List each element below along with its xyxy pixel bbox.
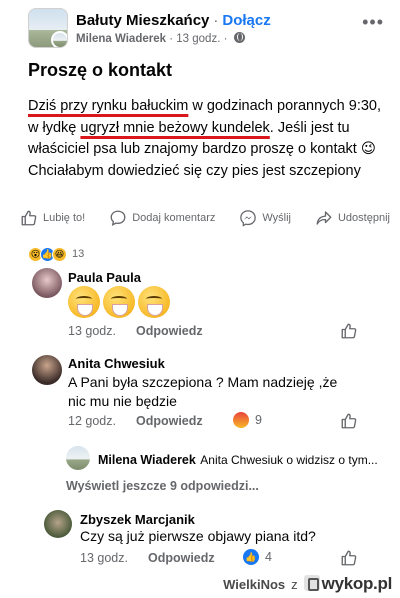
thumbs-up-icon[interactable]: [340, 322, 358, 340]
comment-reactions[interactable]: 👍 4: [243, 549, 272, 565]
join-button[interactable]: Dołącz: [222, 12, 270, 29]
comment-time[interactable]: 13 godz.: [80, 551, 128, 565]
post-header: Bałuty Mieszkańcy · Dołącz Milena Wiaderek…: [28, 8, 388, 50]
comment-time[interactable]: 12 godz.: [68, 414, 116, 428]
separator-dot: ·: [169, 33, 174, 45]
reaction-count: 13: [72, 248, 85, 260]
watermark: WielkiNos z wykop.pl: [223, 574, 392, 594]
comment-time[interactable]: 13 godz.: [68, 324, 116, 338]
avatar[interactable]: [66, 446, 90, 470]
watermark-site: wykop.pl: [321, 574, 393, 593]
group-name-line: Bałuty Mieszkańcy · Dołącz: [76, 12, 271, 29]
comment-reactions[interactable]: 9: [233, 412, 262, 428]
reply-button[interactable]: Odpowiedz: [136, 324, 203, 338]
avatar[interactable]: [32, 268, 62, 298]
haha-reaction-icon: 😆: [52, 246, 67, 262]
hand-over-mouth-emoji-icon: [138, 286, 170, 318]
reply-button[interactable]: Odpowiedz: [136, 414, 203, 428]
watermark-user: WielkiNos: [223, 576, 286, 592]
post-author[interactable]: Milena Wiaderek: [76, 33, 166, 45]
group-name[interactable]: Bałuty Mieszkańcy: [76, 12, 209, 29]
comment-meta: 13 godz. Odpowiedz: [68, 324, 203, 338]
share-button[interactable]: Udostępnij: [315, 206, 390, 230]
separator-dot: ·: [213, 12, 219, 29]
post-title: Proszę o kontakt: [28, 60, 173, 80]
comment-emojis: [68, 286, 173, 323]
avatar[interactable]: [44, 510, 72, 538]
thumbs-up-icon[interactable]: [340, 412, 358, 430]
comment-text-line: nic mu nie będzie: [68, 393, 177, 409]
separator-dot: ·: [223, 33, 228, 45]
group-avatar[interactable]: [28, 8, 68, 48]
comment-icon: [110, 210, 126, 226]
comment-author[interactable]: Anita Chwesiuk: [68, 356, 165, 371]
share-label: Udostępnij: [337, 212, 390, 224]
like-button[interactable]: Lubię to!: [20, 206, 85, 230]
action-bar: Lubię to! Dodaj komentarz Wyślij Udostęp…: [20, 206, 390, 230]
author-avatar[interactable]: [51, 31, 67, 47]
comment-author[interactable]: Zbyszek Marcjanik: [80, 512, 195, 527]
reaction-count: 4: [265, 550, 272, 564]
send-label: Wyślij: [262, 212, 291, 224]
messenger-icon: [240, 210, 257, 227]
comment-text: Czy są już pierwsze objawy piana itd?: [80, 528, 316, 544]
reply-preview-text: Anita Chwesiuk o widzisz o tym...: [200, 453, 378, 467]
highlighted-text: ugryzł mnie beżowy kundelek: [80, 119, 270, 136]
comment-text: A Pani była szczepiona ? Mam nadzieję ,ż…: [68, 373, 337, 411]
send-button[interactable]: Wyślij: [239, 206, 291, 230]
comment-meta: 13 godz. Odpowiedz: [80, 551, 215, 565]
hand-over-mouth-emoji-icon: [68, 286, 100, 318]
reactions-summary[interactable]: 😮 👍 😆 13: [28, 246, 84, 262]
angry-emoji-icon: [233, 412, 249, 428]
more-options-icon[interactable]: •••: [362, 12, 384, 33]
like-label: Lubię to!: [43, 212, 86, 224]
comment-label: Dodaj komentarz: [132, 212, 216, 224]
avatar[interactable]: [32, 355, 62, 385]
wykop-icon: [303, 575, 320, 591]
share-icon: [316, 211, 332, 225]
thumbs-up-icon: [21, 210, 37, 226]
comment-author[interactable]: Paula Paula: [68, 270, 141, 285]
view-more-replies-link[interactable]: Wyświetl jeszcze 9 odpowiedzi...: [66, 479, 259, 493]
comment-button[interactable]: Dodaj komentarz: [109, 206, 215, 230]
comment-meta: 12 godz. Odpowiedz: [68, 414, 203, 428]
globe-icon: [233, 32, 245, 43]
reaction-count: 9: [255, 413, 262, 427]
wykop-logo: wykop.pl: [303, 574, 393, 594]
post-text: Dziś przy rynku bałuckim w godzinach por…: [28, 96, 384, 182]
reply-button[interactable]: Odpowiedz: [148, 551, 215, 565]
reply-author[interactable]: Milena Wiaderek: [98, 453, 196, 467]
like-icon: 👍: [243, 549, 259, 565]
post-meta: Milena Wiaderek · 13 godz. ·: [76, 32, 245, 45]
highlighted-text: Dziś przy rynku bałuckim: [28, 98, 189, 114]
thumbs-up-icon[interactable]: [340, 549, 358, 567]
comment-text-line: A Pani była szczepiona ? Mam nadzieję ,ż…: [68, 374, 338, 390]
hand-over-mouth-emoji-icon: [103, 286, 135, 318]
watermark-z: z: [291, 576, 298, 592]
post-time[interactable]: 13 godz.: [176, 33, 220, 45]
